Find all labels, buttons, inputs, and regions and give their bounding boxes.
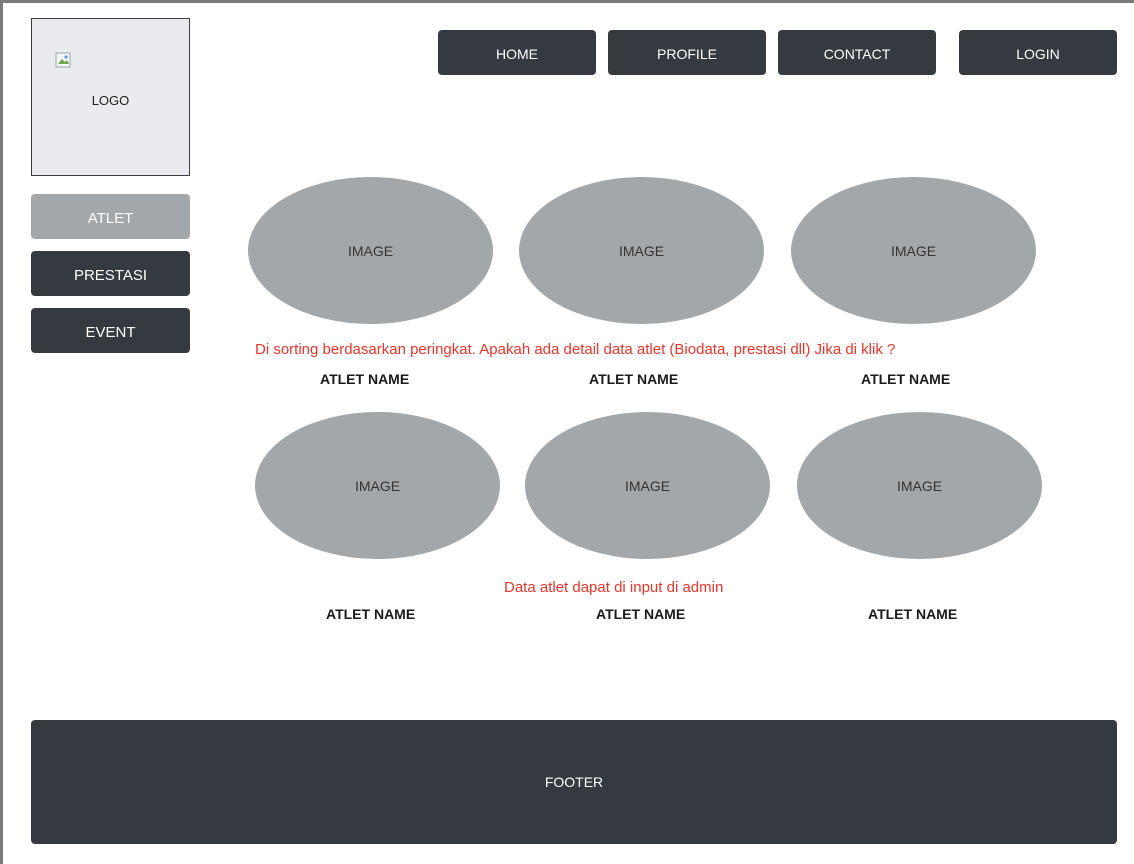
athlete-name-4[interactable]: ATLET NAME (326, 606, 415, 622)
broken-image-icon (55, 52, 71, 68)
athlete-name-1[interactable]: ATLET NAME (320, 371, 409, 387)
admin-input-note: Data atlet dapat di input di admin (504, 579, 724, 596)
athlete-name-6[interactable]: ATLET NAME (868, 606, 957, 622)
nav-profile-button[interactable]: PROFILE (608, 30, 766, 75)
nav-home-button[interactable]: HOME (438, 30, 596, 75)
sidebar-item-prestasi[interactable]: PRESTASI (31, 251, 190, 296)
sidebar-item-atlet[interactable]: ATLET (31, 194, 190, 239)
athlete-image-1[interactable]: IMAGE (248, 177, 493, 324)
sidebar-item-event[interactable]: EVENT (31, 308, 190, 353)
athlete-name-3[interactable]: ATLET NAME (861, 371, 950, 387)
nav-login-button[interactable]: LOGIN (959, 30, 1117, 75)
athlete-name-5[interactable]: ATLET NAME (596, 606, 685, 622)
logo-text: LOGO (91, 93, 130, 108)
athlete-name-2[interactable]: ATLET NAME (589, 371, 678, 387)
footer: FOOTER (31, 720, 1117, 844)
athlete-image-2[interactable]: IMAGE (519, 177, 764, 324)
footer-text: FOOTER (544, 774, 604, 790)
athlete-image-6[interactable]: IMAGE (797, 412, 1042, 559)
athlete-image-5[interactable]: IMAGE (525, 412, 770, 559)
sorting-note: Di sorting berdasarkan peringkat. Apakah… (255, 341, 896, 358)
nav-contact-button[interactable]: CONTACT (778, 30, 936, 75)
logo-placeholder[interactable]: LOGO (31, 18, 190, 176)
athlete-image-3[interactable]: IMAGE (791, 177, 1036, 324)
athlete-image-4[interactable]: IMAGE (255, 412, 500, 559)
